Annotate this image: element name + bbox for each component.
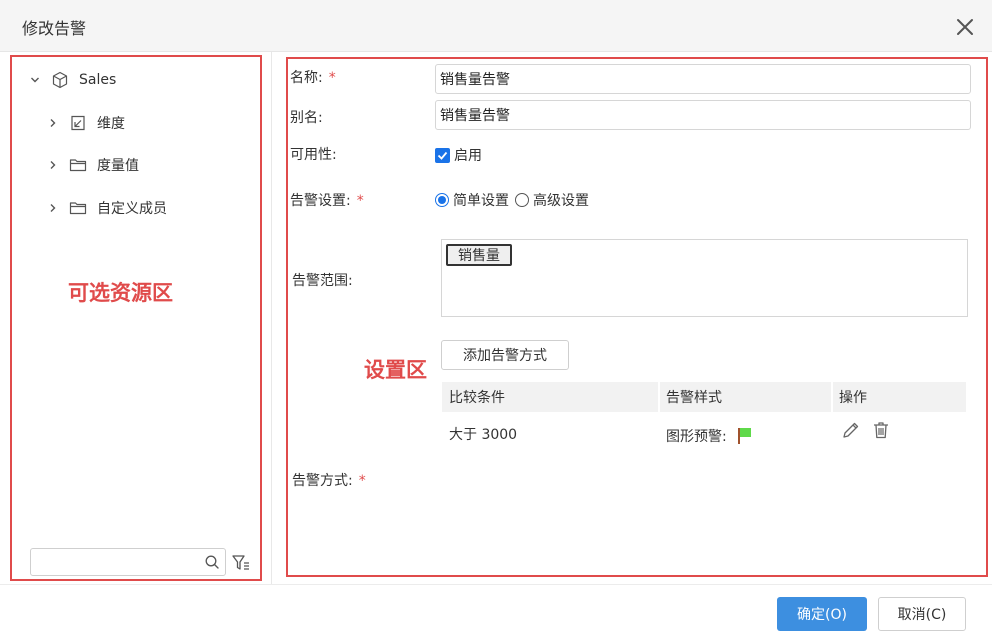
scope-tag[interactable]: 销售量 xyxy=(446,244,512,266)
edit-icon[interactable] xyxy=(841,420,861,440)
search-field[interactable] xyxy=(30,548,226,576)
availability-label: 可用性: xyxy=(290,147,337,163)
alias-input[interactable] xyxy=(435,100,971,130)
alert-method-label: 告警方式: * xyxy=(292,473,366,489)
simple-setting-radio[interactable]: 简单设置 xyxy=(435,190,509,210)
delete-icon[interactable] xyxy=(871,420,891,440)
alert-setting-label: 告警设置: * xyxy=(290,193,364,209)
dimension-icon xyxy=(68,113,88,133)
flag-icon xyxy=(737,428,751,444)
column-divider xyxy=(658,382,660,412)
chevron-right-icon[interactable] xyxy=(46,201,60,215)
dialog-title: 修改告警 xyxy=(22,19,87,38)
add-alert-method-button[interactable]: 添加告警方式 xyxy=(441,340,569,370)
tree-node-sales[interactable]: Sales xyxy=(28,68,116,92)
enabled-checkbox-group: 启用 xyxy=(435,145,482,165)
chevron-right-icon[interactable] xyxy=(46,158,60,172)
folder-icon xyxy=(68,198,88,218)
scope-label: 告警范围: xyxy=(292,273,353,289)
close-button[interactable] xyxy=(950,12,980,42)
tree-node-label: Sales xyxy=(79,72,117,88)
advanced-setting-radio[interactable]: 高级设置 xyxy=(515,190,589,210)
resource-pane: Sales 维度 度量值 自定义成员 可选资源区 xyxy=(10,55,262,581)
column-header-condition: 比较条件 xyxy=(449,390,505,406)
column-header-style: 告警样式 xyxy=(666,390,722,406)
radio-unselected[interactable] xyxy=(515,193,529,207)
filter-icon[interactable] xyxy=(231,553,251,573)
cancel-button[interactable]: 取消(C) xyxy=(878,597,966,631)
pane-divider xyxy=(271,52,272,584)
resource-area-annotation: 可选资源区 xyxy=(68,280,173,305)
search-input[interactable] xyxy=(37,552,197,572)
alias-label: 别名: xyxy=(290,110,323,126)
condition-cell: 大于 3000 xyxy=(449,427,518,443)
tree-node-dimension[interactable]: 维度 xyxy=(46,111,125,135)
footer-divider xyxy=(0,584,992,585)
settings-pane: 名称:* 别名: 可用性: 启用 告警设置:* 简单设置 高级设置 告警范围: … xyxy=(286,57,988,577)
tree-node-label: 维度 xyxy=(97,116,125,132)
advanced-setting-label: 高级设置 xyxy=(533,193,589,209)
folder-icon xyxy=(68,155,88,175)
enabled-label: 启用 xyxy=(454,148,482,164)
tree-node-custom-members[interactable]: 自定义成员 xyxy=(46,196,167,220)
search-icon[interactable] xyxy=(204,554,220,570)
alert-setting-radio-group: 简单设置 高级设置 xyxy=(435,190,595,210)
dialog-title-bar: 修改告警 xyxy=(0,0,992,52)
name-label: 名称: * xyxy=(290,70,336,86)
column-divider xyxy=(831,382,833,412)
checkmark-icon xyxy=(437,151,448,160)
name-input[interactable] xyxy=(435,64,971,94)
ok-button[interactable]: 确定(O) xyxy=(777,597,867,631)
tree-node-measures[interactable]: 度量值 xyxy=(46,153,139,177)
methods-table-header: 比较条件 告警样式 操作 xyxy=(442,382,966,412)
tree-node-label: 度量值 xyxy=(97,158,139,174)
radio-selected[interactable] xyxy=(435,193,449,207)
chevron-down-icon[interactable] xyxy=(28,73,42,87)
style-cell: 图形预警: xyxy=(666,421,755,451)
simple-setting-label: 简单设置 xyxy=(453,193,509,209)
enabled-checkbox[interactable] xyxy=(435,147,450,163)
cube-icon xyxy=(50,70,70,90)
column-header-actions: 操作 xyxy=(839,390,867,406)
chevron-right-icon[interactable] xyxy=(46,116,60,130)
tree-node-label: 自定义成员 xyxy=(97,201,167,217)
style-label: 图形预警: xyxy=(666,429,727,445)
close-icon xyxy=(957,19,973,35)
scope-box[interactable]: 销售量 xyxy=(441,239,968,317)
settings-area-annotation: 设置区 xyxy=(364,357,427,382)
